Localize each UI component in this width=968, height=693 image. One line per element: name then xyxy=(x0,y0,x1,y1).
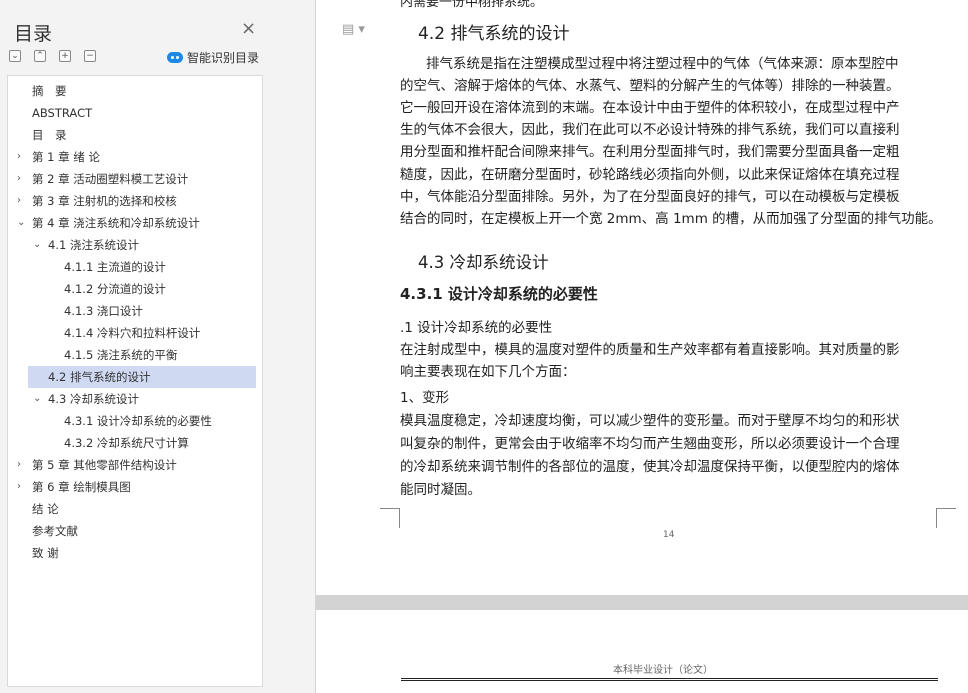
toc-item[interactable]: › 第 6 章 绘制模具图 xyxy=(8,476,264,498)
toc-item[interactable]: › 第 2 章 活动圈塑料模工艺设计 xyxy=(8,168,264,190)
toc-item-label: 4.1.1 主流道的设计 xyxy=(64,260,166,274)
toc-item-label: 4.2 排气系统的设计 xyxy=(48,370,151,384)
toc-item-label: 4.1.3 浇口设计 xyxy=(64,304,143,318)
toc-item-label: ABSTRACT xyxy=(32,106,93,120)
toc-item[interactable]: 4.2 排气系统的设计 xyxy=(28,366,256,388)
robot-icon xyxy=(167,52,183,63)
chevron-right-icon[interactable]: › xyxy=(17,146,21,168)
toc-item-label: 结 论 xyxy=(32,502,59,516)
chevron-right-icon[interactable]: › xyxy=(17,168,21,190)
page-corner xyxy=(380,508,400,528)
toc-item[interactable]: 摘 要 xyxy=(8,80,264,102)
toc-item-label: 第 5 章 其他零部件结构设计 xyxy=(32,458,177,472)
toc-item-label: 第 2 章 活动圈塑料模工艺设计 xyxy=(32,172,189,186)
chevron-down-icon[interactable]: ⌄ xyxy=(33,234,41,256)
toc-list: 摘 要 ABSTRACT 目 录 › 第 1 章 绪 论 › 第 2 章 活动圈塑料模工艺设… xyxy=(8,80,264,564)
toc-item[interactable]: 4.3.1 设计冷却系统的必要性 xyxy=(8,410,264,432)
body-line: .1 设计冷却系统的必要性 xyxy=(400,320,553,336)
body-line: 中，气体能沿分型面排除。另外，为了在分型面良好的排气，可以在动模板与定模板 xyxy=(400,188,900,205)
header-rule xyxy=(401,680,938,681)
sidebar-title: 目录 xyxy=(14,23,53,45)
toc-item-label: 4.1.4 冷料穴和拉料杆设计 xyxy=(64,326,201,340)
toc-item[interactable]: 4.3.2 冷却系统尺寸计算 xyxy=(8,432,264,454)
heading-4-2: 4.2 排气系统的设计 xyxy=(418,24,570,44)
toc-item-label: 4.3.1 设计冷却系统的必要性 xyxy=(64,414,212,428)
toc-item[interactable]: 致 谢 xyxy=(8,542,264,564)
toc-item[interactable]: 4.1.5 浇注系统的平衡 xyxy=(8,344,264,366)
toc-item-label: 目 录 xyxy=(32,128,67,142)
body-line: 的冷却系统来调节制件的各部位的温度，使其冷却温度保持平衡，以便型腔内的熔体 xyxy=(400,459,900,475)
page-header: 本科毕业设计（论文） xyxy=(613,665,713,676)
remove-level-icon[interactable]: − xyxy=(84,50,96,62)
document-icon[interactable]: ▤ ▾ xyxy=(342,22,365,37)
expand-icon[interactable]: ⌃ xyxy=(34,50,46,62)
toc-item[interactable]: › 第 1 章 绪 论 xyxy=(8,146,264,168)
toc-item-label: 4.3.2 冷却系统尺寸计算 xyxy=(64,436,189,450)
toc-item-label: 第 4 章 浇注系统和冷却系统设计 xyxy=(32,216,200,230)
toc-item-label: 参考文献 xyxy=(32,524,78,538)
page-corner xyxy=(936,508,956,528)
toc-item[interactable]: ⌄ 第 4 章 浇注系统和冷却系统设计 xyxy=(8,212,264,234)
toc-item-label: 第 3 章 注射机的选择和校核 xyxy=(32,194,177,208)
header-rule xyxy=(401,678,938,679)
toc-item-label: 摘 要 xyxy=(32,84,67,98)
toc-item[interactable]: ⌄ 4.3 冷却系统设计 xyxy=(8,388,264,410)
body-line: 模具温度稳定，冷却速度均衡，可以减少塑件的变形量。而对于壁厚不均匀的和形状 xyxy=(400,413,900,429)
chevron-right-icon[interactable]: › xyxy=(17,190,21,212)
heading-4-3: 4.3 冷却系统设计 xyxy=(418,253,549,272)
toc-item-label: 4.1.2 分流道的设计 xyxy=(64,282,166,296)
document-page xyxy=(316,610,968,693)
page-number: 14 xyxy=(663,530,675,540)
sidebar-scrollbar[interactable] xyxy=(265,75,275,687)
toc-item-label: 第 6 章 绘制模具图 xyxy=(32,480,131,494)
body-line: 在注射成型中，模具的温度对塑件的质量和生产效率都有着直接影响。其对质量的影 xyxy=(400,342,900,358)
toc-item[interactable]: 4.1.4 冷料穴和拉料杆设计 xyxy=(8,322,264,344)
toc-item-label: 4.1.5 浇注系统的平衡 xyxy=(64,348,178,362)
body-line: 能同时凝固。 xyxy=(400,482,481,498)
toc-item[interactable]: 参考文献 xyxy=(8,520,264,542)
toc-item[interactable]: ⌄ 4.1 浇注系统设计 xyxy=(8,234,264,256)
toc-item[interactable]: › 第 3 章 注射机的选择和校核 xyxy=(8,190,264,212)
chevron-right-icon[interactable]: › xyxy=(17,476,21,498)
toc-sidebar: 目录 × ⌄ ⌃ + − 智能识别目录 摘 要 ABSTRACT 目 录 › 第 1 章… xyxy=(0,0,316,693)
toc-item[interactable]: 4.1.1 主流道的设计 xyxy=(8,256,264,278)
heading-4-3-1: 4.3.1 设计冷却系统的必要性 xyxy=(400,285,598,303)
body-line: 内需要一份中栩排系统。 xyxy=(400,0,544,10)
body-line: 排气系统是指在注塑模成型过程中将注塑过程中的气体（气体来源：原本型腔中 xyxy=(426,56,899,72)
chevron-down-icon[interactable]: ⌄ xyxy=(33,388,41,410)
add-level-icon[interactable]: + xyxy=(59,50,71,62)
body-line: 结合的同时，在定模板上开一个宽 2mm、高 1mm 的槽，从而加强了分型面的排气… xyxy=(400,210,942,227)
toc-controls: ⌄ ⌃ + − xyxy=(9,50,109,62)
toc-item[interactable]: › 第 5 章 其他零部件结构设计 xyxy=(8,454,264,476)
body-line: 响主要表现在如下几个方面： xyxy=(400,364,576,380)
toc-item[interactable]: ABSTRACT xyxy=(8,102,264,124)
close-icon[interactable]: × xyxy=(241,18,256,39)
toc-item[interactable]: 目 录 xyxy=(8,124,264,146)
smart-toc-label: 智能识别目录 xyxy=(187,51,260,65)
body-line: 糙度，因此，在研磨分型面时，砂轮路线必须指向外侧，以此来保证熔体在填充过程 xyxy=(400,166,900,183)
body-line: 叫复杂的制件，更常会由于收缩率不均匀而产生翘曲变形，所以必须要设计一个合理 xyxy=(400,436,900,452)
toc-item-label: 致 谢 xyxy=(32,546,59,560)
toc-item[interactable]: 4.1.2 分流道的设计 xyxy=(8,278,264,300)
smart-toc-button[interactable]: 智能识别目录 xyxy=(167,49,259,66)
toc-item[interactable]: 4.1.3 浇口设计 xyxy=(8,300,264,322)
toc-item-label: 4.1 浇注系统设计 xyxy=(48,238,139,252)
body-line: 它一般回开设在溶体流到的末端。在本设计中由于塑件的体积较小，在成型过程中产 xyxy=(400,100,900,117)
toc-panel: 摘 要 ABSTRACT 目 录 › 第 1 章 绪 论 › 第 2 章 活动圈塑料模工艺设… xyxy=(7,75,263,687)
collapse-icon[interactable]: ⌄ xyxy=(9,50,21,62)
body-line: 的空气、溶解于熔体的气体、水蒸气、塑料的分解产生的气体等）排除的一种装置。 xyxy=(400,78,900,95)
toc-item[interactable]: 结 论 xyxy=(8,498,264,520)
chevron-down-icon[interactable]: ⌄ xyxy=(17,212,25,234)
body-line: 用分型面和推杆配合间隙来排气。在利用分型面排气时，我们需要分型面具备一定粗 xyxy=(400,144,900,161)
toc-item-label: 4.3 冷却系统设计 xyxy=(48,392,139,406)
body-line: 1、变形 xyxy=(400,390,450,406)
document-area[interactable]: ▤ ▾ 14 本科毕业设计（论文） 内需要一份中栩排系统。 4.2 排气系统的设计… xyxy=(316,0,968,693)
chevron-right-icon[interactable]: › xyxy=(17,454,21,476)
body-line: 生的气体不会很大，因此，我们在此可以不必设计特殊的排气系统，我们可以直接利 xyxy=(400,122,900,139)
toc-item-label: 第 1 章 绪 论 xyxy=(32,150,100,164)
